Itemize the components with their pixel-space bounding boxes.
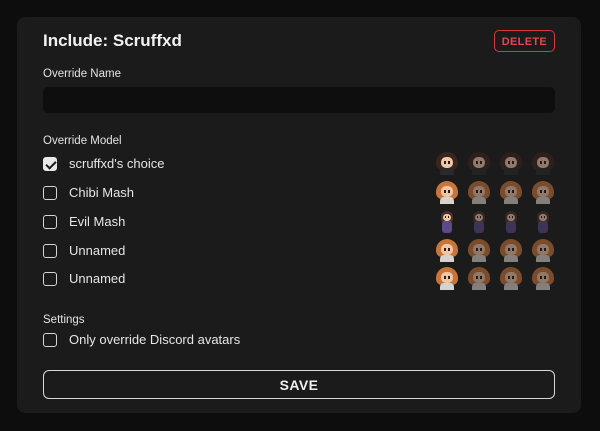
model-option-checkbox[interactable] (43, 215, 57, 229)
avatar-sprite-icon (499, 180, 523, 204)
save-button[interactable]: SAVE (43, 370, 555, 399)
model-option[interactable]: Evil Mash (43, 209, 555, 234)
override-name-label: Override Name (43, 68, 121, 80)
avatar-sprite-icon (467, 151, 491, 175)
avatar-sprite-icon (467, 238, 491, 262)
avatar-sprite-icon (531, 238, 555, 262)
avatar-sprite-icon (499, 266, 523, 290)
model-option-checkbox[interactable] (43, 186, 57, 200)
avatar-sprite-icon (499, 151, 523, 175)
avatar-sprite-icon (435, 180, 459, 204)
avatar-sprite-icon (467, 266, 491, 290)
avatar-sprite-icon (499, 209, 523, 233)
override-name-input[interactable] (43, 87, 555, 113)
avatar-sprite-icon (499, 238, 523, 262)
model-option[interactable]: Unnamed (43, 238, 555, 263)
model-option[interactable]: Chibi Mash (43, 180, 555, 205)
delete-button[interactable]: DELETE (493, 30, 555, 52)
avatar-sprite-icon (435, 266, 459, 290)
model-preview-sprites (435, 238, 555, 262)
avatar-sprite-icon (467, 209, 491, 233)
settings-label: Settings (43, 314, 85, 326)
model-option-checkbox[interactable] (43, 157, 57, 171)
avatar-sprite-icon (531, 151, 555, 175)
avatar-sprite-icon (531, 180, 555, 204)
model-option[interactable]: scruffxd's choice (43, 151, 555, 176)
only-discord-checkbox[interactable] (43, 333, 57, 347)
model-option-label: Chibi Mash (69, 185, 135, 200)
avatar-sprite-icon (531, 266, 555, 290)
model-preview-sprites (435, 266, 555, 290)
override-model-label: Override Model (43, 135, 122, 147)
avatar-sprite-icon (435, 238, 459, 262)
model-preview-sprites (435, 151, 555, 175)
avatar-sprite-icon (435, 151, 459, 175)
model-option[interactable]: Unnamed (43, 266, 555, 291)
avatar-sprite-icon (435, 209, 459, 233)
panel-title: Include: Scruffxd (43, 31, 182, 50)
only-discord-label: Only override Discord avatars (69, 332, 241, 347)
model-option-checkbox[interactable] (43, 244, 57, 258)
avatar-sprite-icon (467, 180, 491, 204)
model-option-label: Evil Mash (69, 214, 126, 229)
model-option-checkbox[interactable] (43, 272, 57, 286)
model-option-label: Unnamed (69, 243, 126, 258)
model-preview-sprites (435, 209, 555, 233)
model-preview-sprites (435, 180, 555, 204)
model-option-label: scruffxd's choice (69, 156, 165, 171)
override-panel: Include: Scruffxd DELETE Override Name O… (17, 17, 581, 413)
only-discord-option[interactable]: Only override Discord avatars (43, 330, 555, 352)
avatar-sprite-icon (531, 209, 555, 233)
model-option-label: Unnamed (69, 271, 126, 286)
